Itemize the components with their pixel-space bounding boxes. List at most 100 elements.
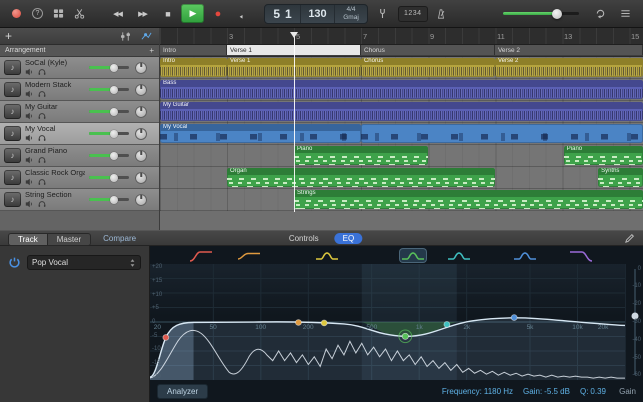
track-volume-slider[interactable] [89,88,129,91]
volume-thumb[interactable] [110,86,118,94]
track-volume-slider[interactable] [89,176,129,179]
region-my-vocal[interactable]: My Vocal [160,124,361,143]
metronome-button[interactable] [432,5,451,23]
region-strings[interactable]: Strings [294,190,643,209]
tab-master[interactable]: Master [47,233,91,246]
mute-button[interactable] [25,200,33,208]
close-window-button[interactable] [6,5,27,23]
arrangement-marker-intro[interactable]: Intro [160,45,227,55]
volume-thumb[interactable] [552,9,562,19]
region-verse-2[interactable]: Verse 2 [495,58,643,77]
track-lane-string-section[interactable]: Strings [160,189,643,211]
eq-band-7-button[interactable] [568,249,594,262]
eq-band-6-button[interactable] [512,249,538,262]
track-volume-slider[interactable] [89,154,129,157]
region-organ[interactable]: Organ [227,168,495,187]
arrangement-marker-chorus[interactable]: Chorus [361,45,495,55]
rewind-button[interactable]: ◀◀ [106,4,129,23]
volume-thumb[interactable] [110,64,118,72]
track-header-socal-kyle[interactable]: ♪ SoCal (Kyle) [0,57,159,79]
track-header-modern-stack[interactable]: ♪ Modern Stack [0,79,159,101]
view-tab-eq[interactable]: EQ [335,233,363,244]
volume-thumb[interactable] [110,152,118,160]
analyzer-button[interactable]: Analyzer [157,384,208,399]
track-header-my-vocal[interactable]: ♪ My Vocal [0,123,159,145]
arrangement-track[interactable]: IntroVerse 1ChorusVerse 2 [160,45,643,57]
track-volume-slider[interactable] [89,110,129,113]
view-tab-controls[interactable]: Controls [281,233,327,244]
solo-button[interactable] [38,90,46,98]
track-lane-my-vocal[interactable]: My Vocal [160,123,643,145]
solo-button[interactable] [38,156,46,164]
eq-band-2-button[interactable] [236,249,262,262]
track-header-classic-rock-organ[interactable]: ♪ Classic Rock Organ [0,167,159,189]
region-intro[interactable]: Intro [160,58,227,77]
count-in-button[interactable]: 1234 [398,6,428,22]
volume-thumb[interactable] [110,174,118,182]
track-lane-classic-rock-organ[interactable]: Organ Synths [160,167,643,189]
master-volume-slider[interactable] [503,5,579,23]
mute-button[interactable] [25,68,33,76]
eq-output-gain-slider[interactable]: 0-10-20-30-40-50-60 [625,264,643,380]
mute-button[interactable] [25,134,33,142]
cycle-button[interactable] [231,4,254,23]
track-lane-socal-kyle[interactable]: IntroVerse 1ChorusVerse 2 [160,57,643,79]
mute-button[interactable] [25,90,33,98]
region-synths[interactable]: Synths [598,168,643,187]
eq-band-5-button[interactable] [446,249,472,262]
mute-button[interactable] [25,112,33,120]
track-header-string-section[interactable]: ♪ String Section [0,189,159,211]
edit-button[interactable] [624,233,635,244]
compare-button[interactable]: Compare [103,234,136,243]
track-pan-knob[interactable] [135,194,147,206]
mixer-button[interactable] [118,27,133,45]
track-lane-modern-stack[interactable]: Bass [160,79,643,101]
track-header-my-guitar[interactable]: ♪ My Guitar [0,101,159,123]
volume-thumb[interactable] [110,130,118,138]
tab-track[interactable]: Track [8,233,47,246]
automation-button[interactable] [139,27,154,45]
add-arrangement-button[interactable]: + [149,46,154,55]
add-track-button[interactable]: + [5,30,12,42]
track-pan-knob[interactable] [135,128,147,140]
region-my-guitar[interactable]: My Guitar [160,102,643,121]
timeline-empty-area[interactable] [160,211,643,230]
eq-graph[interactable]: 20501002005001k2k5k10k20k+20+15+10+50-5-… [150,264,625,380]
loop-browser-button[interactable] [591,5,610,23]
solo-button[interactable] [38,134,46,142]
region-piano[interactable]: Piano [564,146,643,165]
track-pan-knob[interactable] [135,172,147,184]
solo-button[interactable] [38,112,46,120]
mute-button[interactable] [25,156,33,164]
region-chorus[interactable]: Chorus [361,58,495,77]
track-pan-knob[interactable] [135,62,147,74]
plugin-power-button[interactable] [8,256,21,269]
track-volume-slider[interactable] [89,198,129,201]
media-browser-button[interactable] [616,5,635,23]
track-lane-my-guitar[interactable]: My Guitar [160,101,643,123]
time-ruler[interactable]: 3579111315 [160,28,643,45]
track-volume-slider[interactable] [89,132,129,135]
tuner-button[interactable] [373,5,392,23]
region[interactable] [361,124,643,143]
solo-button[interactable] [38,68,46,76]
library-button[interactable] [48,5,69,23]
region-piano[interactable]: Piano [294,146,428,165]
track-pan-knob[interactable] [135,84,147,96]
playhead[interactable] [294,32,295,212]
eq-band-3-button[interactable] [314,249,340,262]
track-lane-grand-piano[interactable]: Piano Piano [160,145,643,167]
editors-button[interactable] [69,5,90,23]
forward-button[interactable]: ▶▶ [131,4,154,23]
track-volume-slider[interactable] [89,66,129,69]
region-bass[interactable]: Bass [160,80,643,99]
solo-button[interactable] [38,178,46,186]
arrangement-marker-verse-2[interactable]: Verse 2 [495,45,643,55]
solo-button[interactable] [38,200,46,208]
track-pan-knob[interactable] [135,106,147,118]
record-button[interactable]: ● [206,4,229,23]
track-pan-knob[interactable] [135,150,147,162]
play-button[interactable]: ▶ [181,4,204,23]
stop-button[interactable]: ■ [156,4,179,23]
volume-thumb[interactable] [110,108,118,116]
